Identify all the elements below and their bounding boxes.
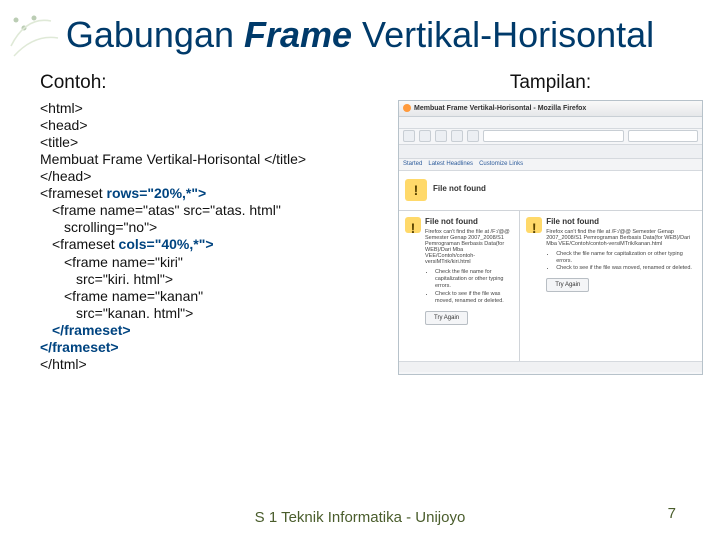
home-icon [467, 130, 479, 142]
stop-icon [451, 130, 463, 142]
forward-icon [419, 130, 431, 142]
tab-bar [399, 145, 702, 159]
frameset-preview: File not found File not found Firefox ca… [399, 171, 702, 361]
left-section-label: Contoh: [40, 72, 390, 94]
try-again-button: Try Again [425, 311, 468, 325]
error-path: Firefox can't find the file at /F:/@@ Se… [546, 229, 696, 247]
error-bullet: Check to see if the file was moved, rena… [556, 265, 696, 272]
code-line: </frameset> [40, 339, 119, 355]
right-section-label: Tampilan: [398, 72, 703, 94]
error-title: File not found [433, 184, 486, 193]
error-title: File not found [546, 217, 696, 226]
slide-title: Gabungan Frame Vertikal-Horisontal [40, 16, 680, 54]
code-line: src="kanan. html"> [40, 305, 390, 322]
bookmark-item: Latest Headlines [428, 161, 473, 167]
back-icon [403, 130, 415, 142]
warning-icon [526, 217, 542, 233]
page-number: 7 [668, 505, 676, 522]
slide-footer: S 1 Teknik Informatika - Unijoyo [0, 509, 720, 526]
code-line: <frameset cols="40%,*"> [40, 236, 390, 253]
code-line: <title> [40, 134, 78, 150]
warning-icon [405, 217, 421, 233]
browser-titlebar: Membuat Frame Vertikal-Horisontal - Mozi… [399, 101, 702, 117]
frame-top: File not found [399, 171, 702, 211]
code-line: Membuat Frame Vertikal-Horisontal </titl… [40, 151, 306, 167]
error-bullet: Check the file name for capitalization o… [435, 269, 513, 290]
bookmarks-bar: Started Latest Headlines Customize Links [399, 159, 702, 171]
status-bar [399, 361, 702, 372]
code-line: </html> [40, 356, 87, 372]
browser-title: Membuat Frame Vertikal-Horisontal - Mozi… [414, 105, 586, 112]
bookmark-item: Customize Links [479, 161, 523, 167]
search-bar [628, 130, 698, 142]
code-block: <html> <head> <title> Membuat Frame Vert… [40, 100, 390, 373]
reload-icon [435, 130, 447, 142]
code-line: <frameset rows="20%,*"> [40, 185, 206, 201]
code-line: <frame name="atas" src="atas. html" [40, 202, 390, 219]
browser-menubar [399, 117, 702, 129]
title-part3: Vertikal-Horisontal [352, 14, 654, 55]
frame-right: File not found Firefox can't find the fi… [520, 211, 702, 361]
code-line: <head> [40, 117, 88, 133]
error-path: Firefox can't find the file at /F:/@@ Se… [425, 229, 513, 265]
title-part2: Frame [244, 14, 352, 55]
warning-icon [405, 179, 427, 201]
browser-screenshot: Membuat Frame Vertikal-Horisontal - Mozi… [398, 100, 703, 375]
error-bullet: Check to see if the file was moved, rena… [435, 291, 513, 305]
frame-left: File not found Firefox can't find the fi… [399, 211, 520, 361]
code-line: scrolling="no"> [40, 219, 390, 236]
code-line: <html> [40, 100, 83, 116]
bookmark-item: Started [403, 161, 422, 167]
firefox-icon [403, 104, 411, 112]
error-title: File not found [425, 217, 513, 226]
error-bullet: Check the file name for capitalization o… [556, 251, 696, 265]
code-line: </frameset> [40, 322, 390, 339]
url-bar [483, 130, 624, 142]
code-line: </head> [40, 168, 91, 184]
browser-navbar [399, 129, 702, 145]
code-line: <frame name="kiri" [40, 254, 390, 271]
code-line: <frame name="kanan" [40, 288, 390, 305]
try-again-button: Try Again [546, 278, 589, 292]
code-line: src="kiri. html"> [40, 271, 390, 288]
title-part1: Gabungan [66, 14, 244, 55]
